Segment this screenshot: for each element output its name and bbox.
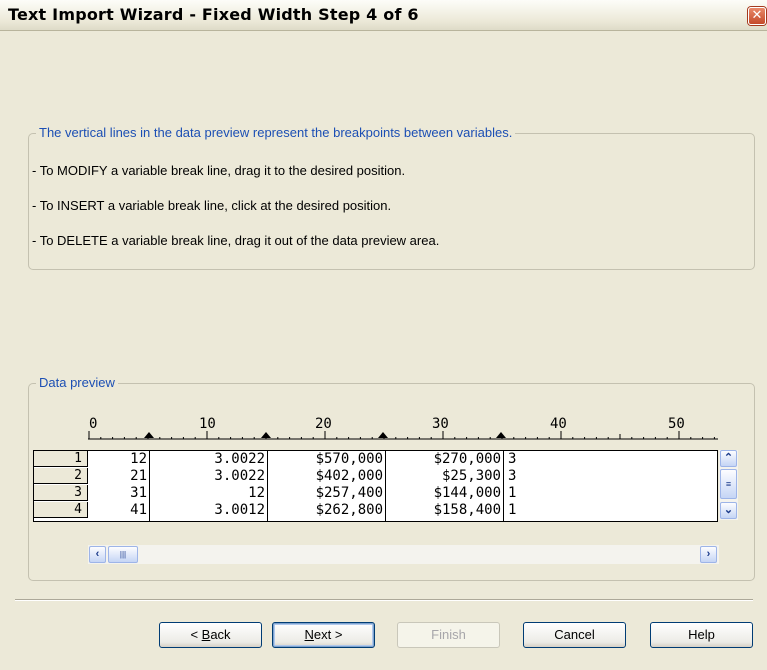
break-line[interactable] (149, 451, 150, 521)
grid-cell: 31 (130, 485, 147, 501)
finish-button: Finish (397, 622, 500, 648)
window-title: Text Import Wizard - Fixed Width Step 4 … (8, 5, 419, 24)
instruction-modify: - To MODIFY a variable break line, drag … (32, 163, 406, 178)
grid-cell: 1 (508, 485, 517, 501)
ruler-label-30: 30 (432, 416, 449, 432)
break-marker-2 (261, 432, 271, 438)
grid-cell: 3 (508, 468, 517, 484)
ruler-label-50: 50 (668, 416, 685, 432)
grid-cell: $257,400 (315, 485, 383, 501)
column-ruler[interactable]: 0 10 20 30 40 50 (88, 412, 718, 448)
grid-cell: 3.0012 (214, 502, 265, 518)
scroll-thumb[interactable]: ≡ (720, 469, 737, 499)
data-preview-legend: Data preview (36, 375, 118, 390)
grid-cell: 3.0022 (214, 468, 265, 484)
horizontal-scrollbar[interactable]: ‹ ||| › (88, 545, 719, 564)
grid-cell: $158,400 (433, 502, 501, 518)
break-line[interactable] (385, 451, 386, 521)
help-button[interactable]: Help (650, 622, 753, 648)
ruler-label-10: 10 (199, 416, 216, 432)
instructions-legend: The vertical lines in the data preview r… (36, 125, 516, 140)
grid-cell: $270,000 (433, 451, 501, 467)
row-number: 4 (34, 502, 88, 518)
close-icon[interactable]: ✕ (748, 7, 766, 25)
ruler-label-0: 0 (89, 416, 97, 432)
grid-cell: 21 (130, 468, 147, 484)
footer-separator (15, 599, 753, 601)
data-preview-grid[interactable]: 1 2 3 4 12 3.0022 $570,000 $270,000 3 21… (33, 450, 718, 522)
grid-cell: $144,000 (433, 485, 501, 501)
scroll-down-icon[interactable]: ⌄ (720, 502, 737, 519)
grid-cell: 12 (248, 485, 265, 501)
horizontal-scroll-thumb[interactable]: ||| (108, 546, 138, 563)
grid-cell: 3 (508, 451, 517, 467)
grid-cell: $402,000 (315, 468, 383, 484)
row-number: 3 (34, 485, 88, 501)
break-marker-3 (378, 432, 388, 438)
row-number: 2 (34, 468, 88, 484)
break-marker-1 (144, 432, 154, 438)
grid-cell: 3.0022 (214, 451, 265, 467)
title-bar: Text Import Wizard - Fixed Width Step 4 … (0, 0, 767, 31)
vertical-scrollbar[interactable]: ⌃ ≡ ⌄ (719, 450, 738, 520)
ruler-label-40: 40 (550, 416, 567, 432)
grid-cell: 41 (130, 502, 147, 518)
grid-cell: 1 (508, 502, 517, 518)
next-button[interactable]: Next > (272, 622, 375, 648)
grid-cell: $25,300 (441, 468, 501, 484)
cancel-button[interactable]: Cancel (523, 622, 626, 648)
instruction-insert: - To INSERT a variable break line, click… (32, 198, 392, 213)
back-button[interactable]: < Back (159, 622, 262, 648)
ruler-label-20: 20 (315, 416, 332, 432)
grid-cell: $262,800 (315, 502, 383, 518)
scroll-up-icon[interactable]: ⌃ (720, 450, 737, 467)
scroll-right-icon[interactable]: › (700, 546, 717, 563)
instruction-delete: - To DELETE a variable break line, drag … (32, 233, 440, 248)
row-number: 1 (34, 451, 88, 467)
grid-cell: 12 (130, 451, 147, 467)
break-marker-4 (496, 432, 506, 438)
grid-cell: $570,000 (315, 451, 383, 467)
break-line[interactable] (267, 451, 268, 521)
break-line[interactable] (503, 451, 504, 521)
scroll-left-icon[interactable]: ‹ (89, 546, 106, 563)
